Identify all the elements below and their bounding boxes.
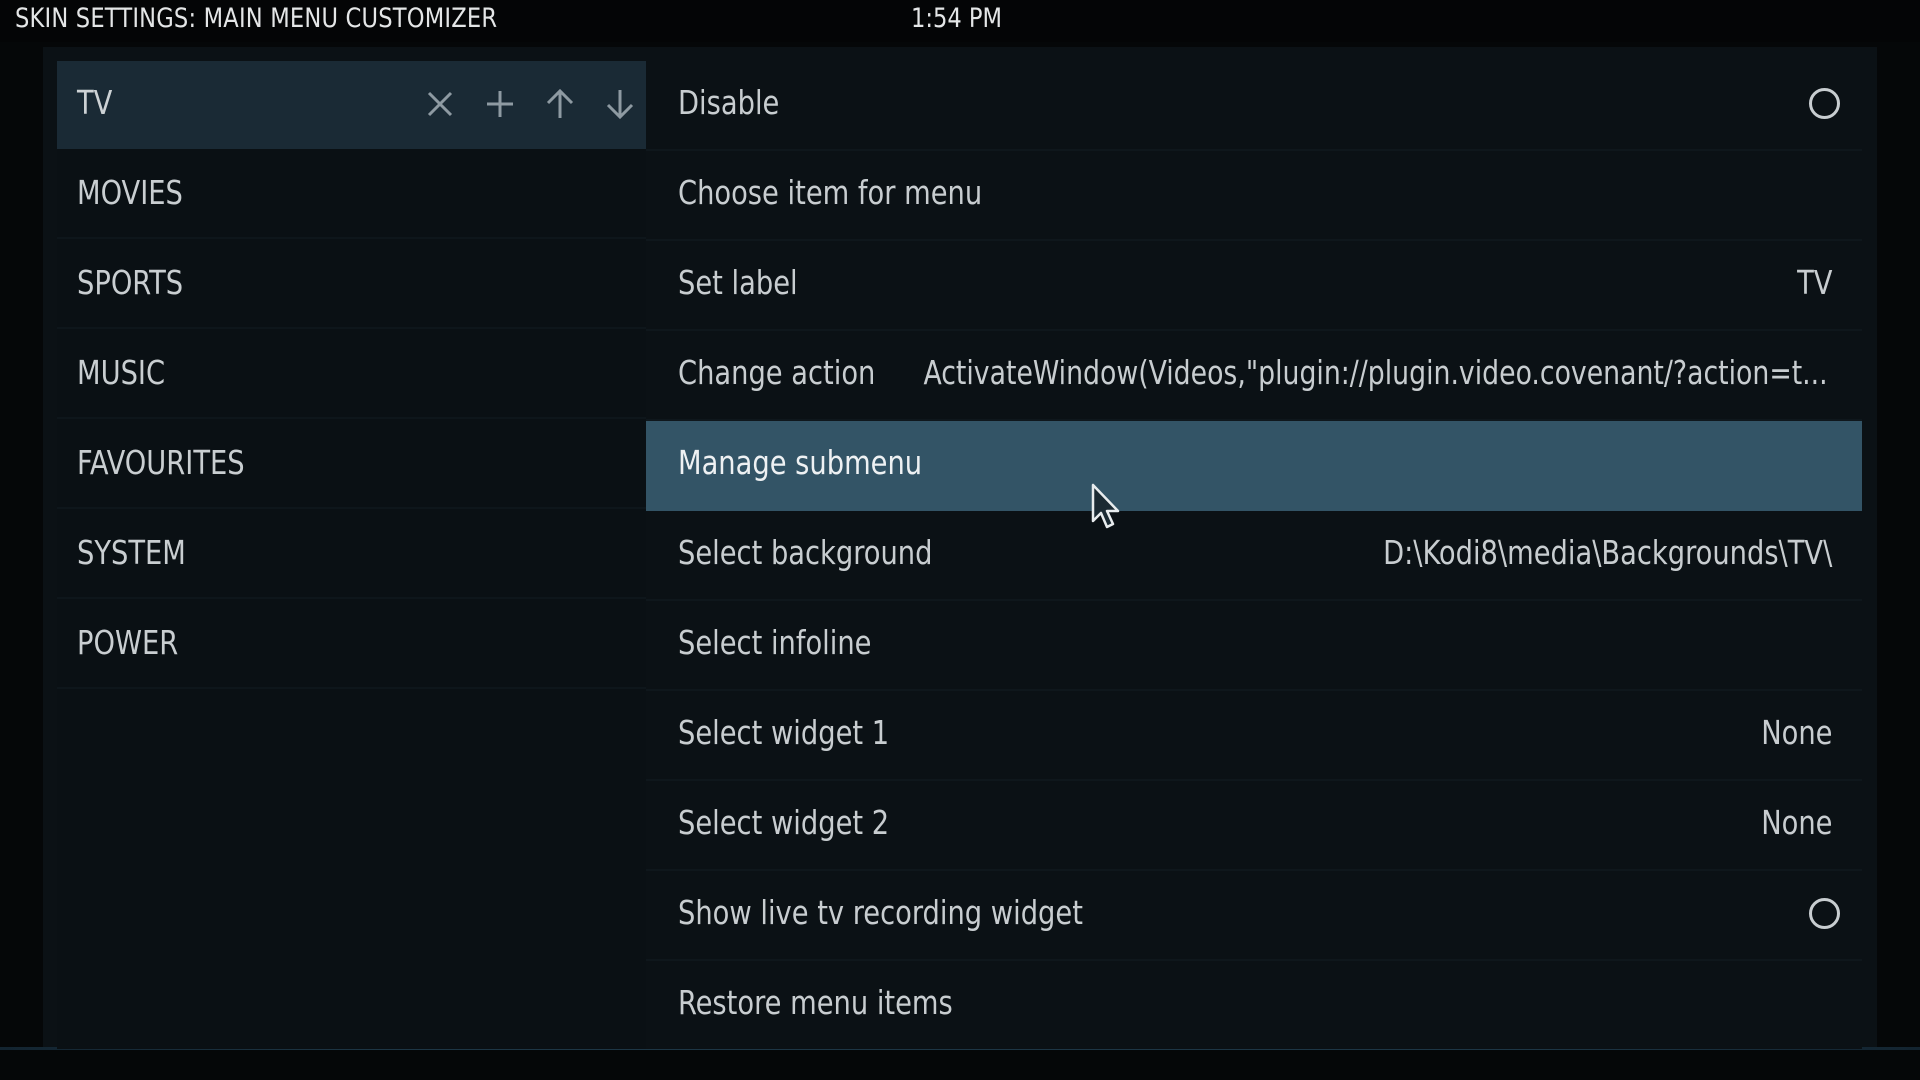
option-choose-item[interactable]: Choose item for menu	[646, 151, 1862, 241]
menu-item-movies[interactable]: MOVIES	[57, 151, 646, 239]
option-label: Set label	[678, 263, 798, 302]
menu-item-power[interactable]: POWER	[57, 601, 646, 689]
arrow-down-icon[interactable]	[600, 84, 640, 124]
menu-item-label: MOVIES	[77, 173, 183, 212]
option-label: Change action	[678, 353, 876, 392]
menu-item-label: POWER	[77, 623, 179, 662]
option-label: Manage submenu	[678, 443, 923, 482]
arrow-up-icon[interactable]	[540, 84, 580, 124]
menu-item-label: SYSTEM	[77, 533, 186, 572]
option-disable[interactable]: Disable	[646, 61, 1862, 151]
option-label: Select widget 1	[678, 713, 890, 752]
option-show-live-tv-recording-widget[interactable]: Show live tv recording widget	[646, 871, 1862, 961]
option-select-widget-1[interactable]: Select widget 1 None	[646, 691, 1862, 781]
option-set-label[interactable]: Set label TV	[646, 241, 1862, 331]
menu-item-label: TV	[77, 83, 113, 122]
main-menu-list: TV MOVIES SPORTS MUSIC FAVOURITES SYSTEM	[57, 61, 646, 1049]
option-label: Choose item for menu	[678, 173, 983, 212]
menu-item-label: SPORTS	[77, 263, 184, 302]
option-value: None	[1760, 713, 1832, 752]
menu-item-label: FAVOURITES	[77, 443, 245, 482]
option-manage-submenu[interactable]: Manage submenu	[646, 421, 1862, 511]
close-icon[interactable]	[420, 84, 460, 124]
option-select-background[interactable]: Select background D:\Kodi8\media\Backgro…	[646, 511, 1862, 601]
plus-icon[interactable]	[480, 84, 520, 124]
option-value: ActivateWindow(Videos,"plugin://plugin.v…	[923, 353, 1828, 392]
option-label: Show live tv recording widget	[678, 893, 1083, 932]
menu-item-favourites[interactable]: FAVOURITES	[57, 421, 646, 509]
menu-item-system[interactable]: SYSTEM	[57, 511, 646, 599]
radio-toggle[interactable]	[1809, 898, 1840, 929]
option-label: Select widget 2	[678, 803, 890, 842]
clock: 1:54 PM	[911, 3, 1003, 34]
option-value: TV	[1796, 263, 1832, 302]
option-select-infoline[interactable]: Select infoline	[646, 601, 1862, 691]
option-label: Select background	[678, 533, 933, 572]
menu-item-tools	[420, 84, 640, 124]
window-title: SKIN SETTINGS: MAIN MENU CUSTOMIZER	[15, 3, 498, 34]
menu-item-tv[interactable]: TV	[57, 61, 646, 149]
menu-item-sports[interactable]: SPORTS	[57, 241, 646, 329]
radio-toggle[interactable]	[1809, 88, 1840, 119]
option-value: None	[1760, 803, 1832, 842]
menu-item-music[interactable]: MUSIC	[57, 331, 646, 419]
option-value: D:\Kodi8\media\Backgrounds\TV\	[1382, 533, 1832, 572]
top-bar: SKIN SETTINGS: MAIN MENU CUSTOMIZER 1:54…	[0, 0, 1920, 42]
option-change-action[interactable]: Change action ActivateWindow(Videos,"plu…	[646, 331, 1862, 421]
option-restore-menu-items[interactable]: Restore menu items	[646, 961, 1862, 1051]
option-label: Disable	[678, 83, 780, 122]
item-options-list: Disable Choose item for menu Set label T…	[646, 61, 1862, 1049]
option-label: Select infoline	[678, 623, 872, 662]
mouse-pointer-icon	[1091, 483, 1120, 529]
option-select-widget-2[interactable]: Select widget 2 None	[646, 781, 1862, 871]
menu-item-label: MUSIC	[77, 353, 166, 392]
option-label: Restore menu items	[678, 983, 953, 1022]
